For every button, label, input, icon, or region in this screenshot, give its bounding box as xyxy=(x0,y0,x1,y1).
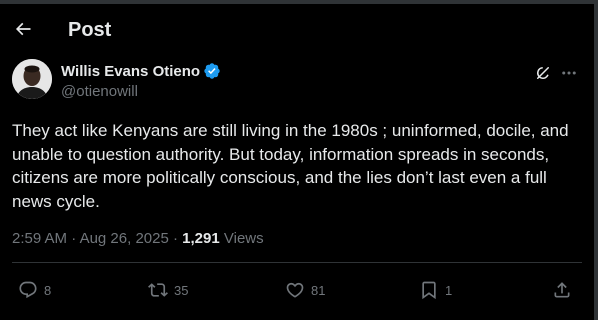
arrow-left-icon xyxy=(13,19,33,39)
author-block: Willis Evans Otieno @otienowill xyxy=(61,61,221,100)
verified-badge-icon[interactable] xyxy=(203,62,221,80)
post-date[interactable]: Aug 26, 2025 xyxy=(80,230,169,247)
share-button[interactable] xyxy=(552,276,572,304)
share-icon xyxy=(552,280,572,300)
heart-icon xyxy=(285,280,305,300)
bookmark-count: 1 xyxy=(445,282,453,298)
action-bar: 8 35 81 1 xyxy=(0,272,594,308)
back-button[interactable] xyxy=(8,14,38,44)
repost-count: 35 xyxy=(174,282,189,298)
right-border xyxy=(594,0,598,320)
post-meta: 2:59 AM · Aug 26, 2025 · 1,291 Views xyxy=(12,230,264,247)
like-count: 81 xyxy=(311,282,326,298)
post-text: They act like Kenyans are still living i… xyxy=(12,121,569,211)
more-horizontal-icon xyxy=(560,64,578,82)
avatar[interactable] xyxy=(12,59,52,99)
meta-separator: · xyxy=(172,230,178,247)
meta-separator: · xyxy=(71,230,77,247)
views-count: 1,291 xyxy=(182,230,220,247)
author-name[interactable]: Willis Evans Otieno xyxy=(61,63,200,80)
reply-button[interactable]: 8 xyxy=(18,276,51,304)
bookmark-icon xyxy=(419,280,439,300)
repost-button[interactable]: 35 xyxy=(148,276,188,304)
grok-icon xyxy=(534,64,552,82)
divider xyxy=(12,262,582,263)
like-button[interactable]: 81 xyxy=(285,276,325,304)
post-time[interactable]: 2:59 AM xyxy=(12,230,67,247)
reply-icon xyxy=(18,280,38,300)
more-options-button[interactable] xyxy=(558,62,580,84)
reply-count: 8 xyxy=(44,282,52,298)
page-title: Post xyxy=(68,19,112,41)
grok-button[interactable] xyxy=(532,62,554,84)
post-header: Post xyxy=(0,4,594,57)
views-label: Views xyxy=(223,230,264,247)
repost-icon xyxy=(148,280,168,300)
bookmark-button[interactable]: 1 xyxy=(419,276,452,304)
author-handle[interactable]: @otienowill xyxy=(61,83,221,100)
